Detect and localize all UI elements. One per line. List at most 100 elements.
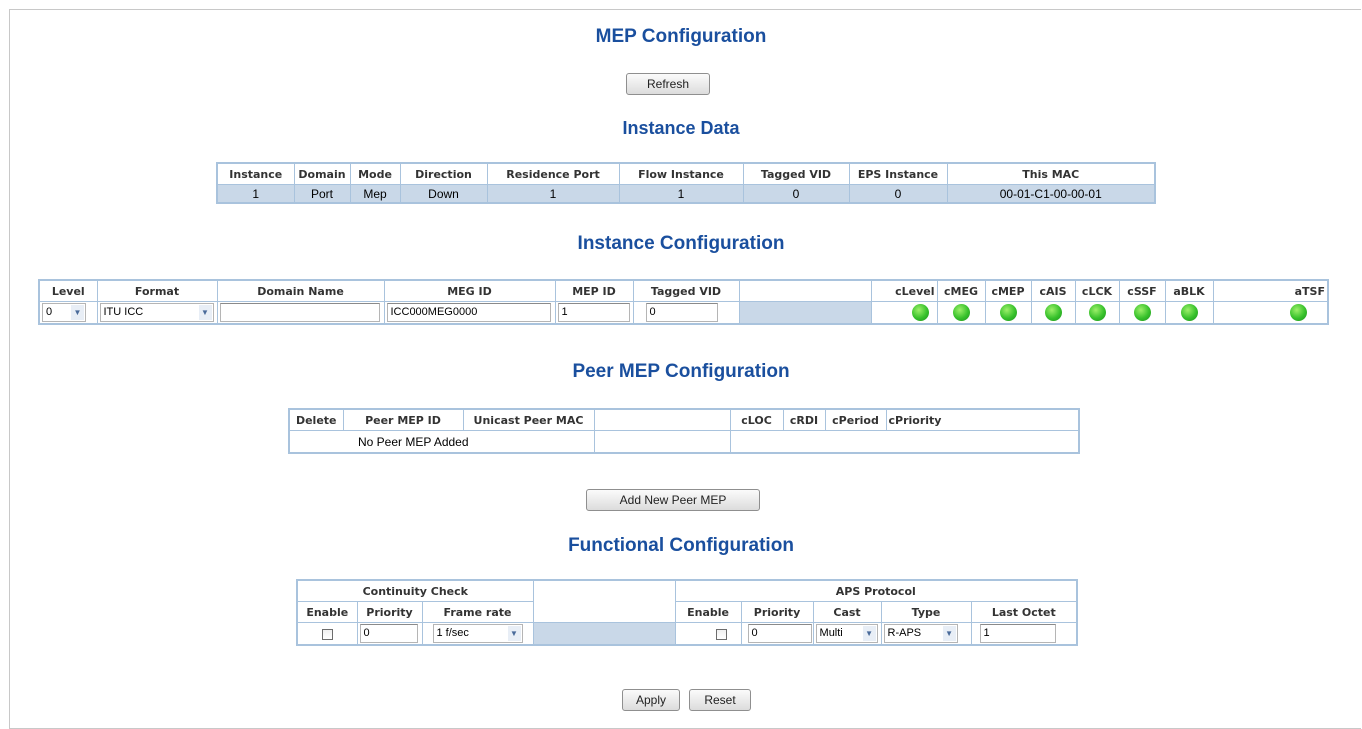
chevron-down-icon: ▼ [198, 305, 212, 320]
col-eps-instance: EPS Instance [848, 162, 948, 185]
col-cmeg: cMEG [936, 279, 986, 302]
format-select[interactable]: ITU ICC ▼ [99, 303, 214, 322]
col-cc-frame-rate: Frame rate [421, 601, 534, 623]
aps-last-octet-input[interactable]: 1 [979, 624, 1056, 643]
col-meg-id: MEG ID [383, 279, 556, 302]
cc-enable-checkbox[interactable] [321, 628, 333, 640]
col-level: Level [38, 279, 98, 302]
chevron-down-icon: ▼ [862, 626, 876, 641]
col-domain: Domain [293, 162, 351, 185]
col-direction: Direction [399, 162, 488, 185]
col-spacer [593, 408, 731, 431]
mep-id-input[interactable]: 1 [557, 303, 630, 322]
col-instance: Instance [216, 162, 295, 185]
col-cssf: cSSF [1118, 279, 1166, 302]
col-spacer [738, 279, 872, 302]
aps-last-octet-cell: 1 [970, 622, 1078, 646]
aps-cast-select[interactable]: Multi ▼ [815, 624, 878, 643]
aps-type-select[interactable]: R-APS ▼ [883, 624, 958, 643]
peer-mep-table: Delete Peer MEP ID Unicast Peer MAC cLOC… [288, 408, 1080, 454]
chevron-down-icon: ▼ [507, 626, 521, 641]
table-row: No Peer MEP Added [288, 430, 1080, 454]
status-cell [729, 430, 1080, 454]
ablk-cell [1164, 301, 1214, 325]
chevron-down-icon: ▼ [71, 305, 84, 320]
cell-eps-instance: 0 [848, 184, 948, 204]
cell-tagged-vid: 0 [742, 184, 850, 204]
tagged-vid-input[interactable]: 0 [645, 303, 718, 322]
cc-frame-rate-select[interactable]: 1 f/sec ▼ [432, 624, 523, 643]
instance-config-table: Level Format Domain Name MEG ID MEP ID T… [38, 279, 1329, 325]
functional-config-title: Functional Configuration [568, 535, 794, 556]
atsf-cell [1212, 301, 1329, 325]
cmep-cell [984, 301, 1032, 325]
col-this-mac: This MAC [946, 162, 1156, 185]
format-cell: ITU ICC ▼ [96, 301, 218, 325]
cmep-status-icon [999, 304, 1017, 321]
spacer-cell [738, 301, 872, 325]
apply-button[interactable]: Apply [622, 689, 680, 711]
add-new-peer-mep-button[interactable]: Add New Peer MEP [586, 489, 760, 511]
cell-direction: Down [399, 184, 488, 204]
clevel-cell [870, 301, 938, 325]
cc-frame-rate-value: 1 f/sec [436, 627, 469, 639]
aps-enable-cell [674, 622, 742, 646]
table-row: 0 ▼ ITU ICC ▼ ICC000MEG0000 1 0 [38, 301, 1329, 325]
aps-cast-cell: Multi ▼ [812, 622, 882, 646]
col-cmep: cMEP [984, 279, 1032, 302]
aps-protocol-header: APS Protocol [674, 579, 1078, 602]
col-aps-priority: Priority [740, 601, 814, 623]
cc-enable-cell [296, 622, 358, 646]
clck-cell [1074, 301, 1120, 325]
meg-id-cell: ICC000MEG0000 [383, 301, 556, 325]
col-clevel: cLevel [870, 279, 938, 302]
format-value: ITU ICC [103, 306, 144, 318]
cc-priority-input[interactable]: 0 [359, 624, 418, 643]
meg-id-input[interactable]: ICC000MEG0000 [386, 303, 551, 322]
col-aps-cast: Cast [812, 601, 882, 623]
atsf-status-icon [1290, 304, 1307, 321]
reset-button[interactable]: Reset [689, 689, 751, 711]
peer-mep-title: Peer MEP Configuration [572, 361, 790, 382]
cell-instance: 1 [216, 184, 295, 204]
level-select[interactable]: 0 ▼ [42, 303, 86, 322]
cc-priority-cell: 0 [356, 622, 423, 646]
refresh-button[interactable]: Refresh [626, 73, 710, 95]
col-domain-name: Domain Name [216, 279, 385, 302]
domain-name-cell [216, 301, 385, 325]
col-aps-type: Type [880, 601, 972, 623]
col-cpriority: cPriority [885, 408, 1080, 431]
aps-priority-input[interactable]: 0 [747, 624, 812, 643]
col-mep-id: MEP ID [554, 279, 634, 302]
tagged-vid-cell: 0 [632, 301, 740, 325]
col-unicast-peer-mac: Unicast Peer MAC [462, 408, 595, 431]
spacer-cell [593, 430, 731, 454]
aps-enable-checkbox[interactable] [715, 628, 727, 640]
cmeg-cell [936, 301, 986, 325]
domain-name-input[interactable] [219, 303, 380, 322]
cssf-cell [1118, 301, 1166, 325]
cc-frame-rate-cell: 1 f/sec ▼ [421, 622, 534, 646]
cell-this-mac: 00-01-C1-00-00-01 [946, 184, 1156, 204]
clevel-status-icon [911, 304, 929, 321]
col-cais: cAIS [1030, 279, 1076, 302]
spacer-header [532, 579, 676, 623]
chevron-down-icon: ▼ [942, 626, 956, 641]
cell-residence-port: 1 [486, 184, 620, 204]
col-peer-mep-id: Peer MEP ID [342, 408, 464, 431]
instance-config-header-row: Level Format Domain Name MEG ID MEP ID T… [38, 279, 1329, 302]
aps-cast-value: Multi [819, 627, 843, 639]
ablk-status-icon [1180, 304, 1198, 321]
col-cloc: cLOC [729, 408, 784, 431]
col-cc-priority: Priority [356, 601, 423, 623]
level-cell: 0 ▼ [38, 301, 98, 325]
mep-id-cell: 1 [554, 301, 634, 325]
spacer-cell [532, 622, 676, 646]
col-flow-instance: Flow Instance [618, 162, 744, 185]
cmeg-status-icon [952, 304, 970, 321]
no-peer-message: No Peer MEP Added [288, 430, 595, 454]
instance-data-table: Instance Domain Mode Direction Residence… [216, 162, 1156, 204]
col-ablk: aBLK [1164, 279, 1214, 302]
functional-header-row: Enable Priority Frame rate Enable Priori… [296, 601, 1078, 623]
col-clck: cLCK [1074, 279, 1120, 302]
